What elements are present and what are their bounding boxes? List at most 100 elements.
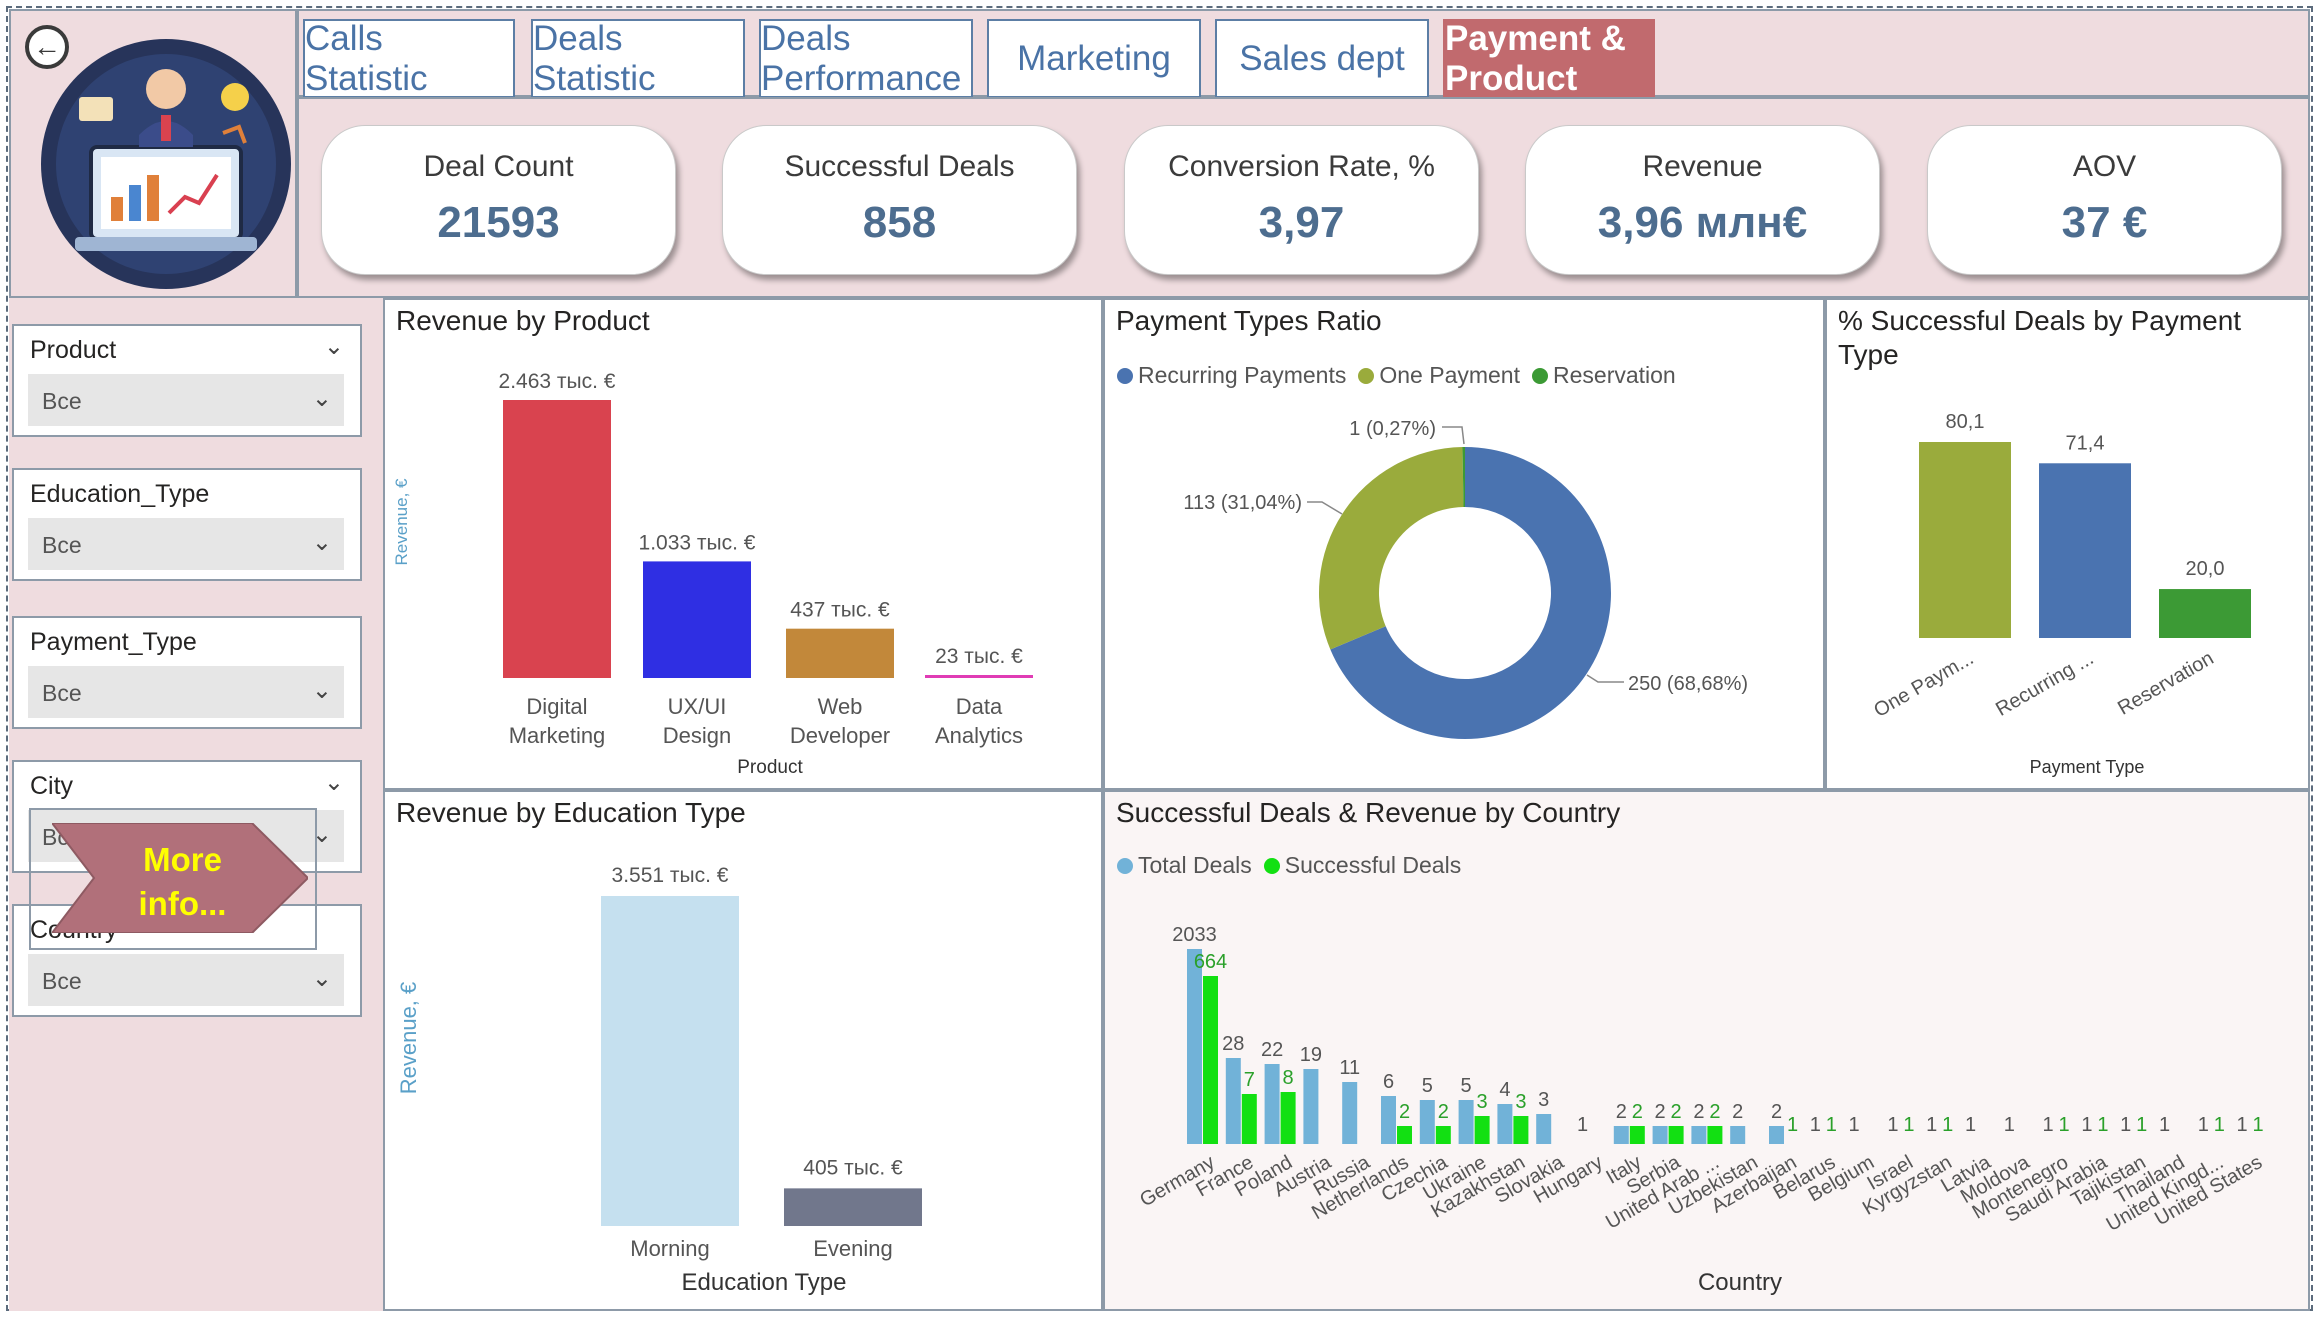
legend-item[interactable]: Recurring Payments: [1117, 362, 1346, 389]
slicer-title: Education_Type: [30, 480, 210, 508]
total-deals-label: 2: [1655, 1101, 1666, 1123]
dropdown-value: Все: [42, 680, 82, 706]
x-tick-label: Web: [818, 694, 863, 719]
legend-item[interactable]: Reservation: [1532, 362, 1676, 389]
revenue-by-product-chart: 2.463 тыс. € Digital Marketing 1.033 тыс. €…: [392, 370, 1033, 778]
product-dropdown[interactable]: Все ⌄: [28, 374, 344, 426]
slicer-payment-type: Payment_Type Все ⌄: [12, 616, 362, 729]
total-deals-bar: [1536, 1114, 1552, 1144]
chevron-down-icon[interactable]: ⌄: [324, 768, 344, 797]
product-bar: [786, 628, 894, 678]
successful-deals-bar: [1241, 1094, 1257, 1144]
x-tick-label: Evening: [813, 1236, 893, 1261]
chevron-down-icon: ⌄: [311, 677, 332, 704]
total-deals-label: 22: [1261, 1039, 1283, 1061]
successful-by-payment-chart: 80,1 One Paym... 71,4 Recurring ... 20,0 Rese…: [1870, 411, 2251, 777]
total-deals-bar: [1381, 1096, 1396, 1144]
total-deals-label: 28: [1222, 1033, 1244, 1055]
successful-deals-label: 2: [1671, 1101, 1682, 1123]
total-deals-label: 6: [1383, 1071, 1394, 1093]
total-deals-bar: [1613, 1126, 1629, 1144]
tab-deals-statistic[interactable]: Deals Statistic: [531, 19, 745, 99]
kpi-card-deal-count: Deal Count 21593: [321, 125, 676, 275]
country-dropdown[interactable]: Все ⌄: [28, 954, 344, 1006]
kpi-value: 21593: [437, 198, 560, 247]
total-deals-bar: [1458, 1100, 1474, 1144]
slicer-education-type: Education_Type Все ⌄: [12, 468, 362, 581]
total-deals-label: 2033: [1172, 924, 1217, 946]
x-tick-label: Analytics: [935, 723, 1023, 748]
successful-deals-label: 1: [1826, 1114, 1837, 1136]
bar-value-label: 437 тыс. €: [790, 599, 890, 622]
filters-panel: Product ⌄ Все ⌄ Education_Type Все ⌄ Payme…: [9, 298, 383, 1311]
total-deals-label: 5: [1422, 1075, 1433, 1097]
dropdown-value: Все: [42, 968, 82, 994]
successful-deals-label: 1: [2136, 1114, 2147, 1136]
chevron-down-icon[interactable]: ⌄: [324, 332, 344, 361]
total-deals-bar: [1497, 1104, 1513, 1144]
total-deals-label: 1: [2159, 1114, 2170, 1136]
payment-bar: [2159, 589, 2251, 638]
total-deals-label: 5: [1461, 1075, 1472, 1097]
education-type-dropdown[interactable]: Все ⌄: [28, 518, 344, 570]
total-deals-bar: [1303, 1069, 1319, 1144]
tab-marketing[interactable]: Marketing: [987, 19, 1201, 99]
kpi-label: AOV: [2072, 150, 2137, 183]
total-deals-bar: [1225, 1058, 1241, 1144]
legend-dot: [1117, 857, 1133, 874]
total-deals-bar: [1342, 1082, 1358, 1144]
successful-deals-label: 3: [1515, 1091, 1526, 1113]
total-deals-label: 1: [1926, 1114, 1937, 1136]
leader-line: [1586, 674, 1624, 683]
legend-dot: [1263, 857, 1280, 874]
legend-dot: [1117, 367, 1133, 384]
tab-payment-product[interactable]: Payment & Product: [1443, 19, 1655, 99]
successful-deals-bar: [1707, 1126, 1723, 1144]
tab-sales-dept[interactable]: Sales dept: [1215, 19, 1429, 99]
bar-value-label: 23 тыс. €: [935, 645, 1023, 668]
chevron-down-icon: ⌄: [311, 385, 332, 412]
successful-deals-bar: [1203, 976, 1218, 1144]
slice-label: 113 (31,04%): [1183, 492, 1302, 514]
x-tick-label: Developer: [790, 723, 890, 748]
dropdown-value: Все: [42, 388, 82, 414]
chart-legend: Recurring Payments One Payment Reservati…: [1117, 362, 1688, 389]
tab-calls-statistic[interactable]: Calls Statistic: [303, 19, 515, 99]
successful-deals-label: 8: [1283, 1067, 1294, 1089]
x-tick-label: Morning: [630, 1236, 709, 1261]
payment-type-dropdown[interactable]: Все ⌄: [28, 666, 344, 718]
legend-item[interactable]: Successful Deals: [1263, 852, 1461, 879]
product-bar: [503, 400, 611, 678]
y-axis-title: Revenue, €: [396, 982, 421, 1095]
successful-deals-label: 1: [1787, 1114, 1798, 1136]
legend-item[interactable]: Total Deals: [1117, 852, 1252, 879]
successful-by-payment-card: % Successful Deals by Payment Type 80,1 O…: [1825, 298, 2310, 790]
successful-deals-bar: [1397, 1126, 1412, 1144]
tab-deals-performance[interactable]: Deals Performance: [759, 19, 973, 99]
total-deals-bar: [1187, 949, 1202, 1144]
x-tick-label: Recurring ...: [1992, 647, 2097, 721]
total-deals-label: 1: [2043, 1114, 2054, 1136]
chart-title: Revenue by Education Type: [396, 797, 746, 828]
kpi-label: Revenue: [1642, 150, 1763, 183]
successful-deals-bar: [1629, 1126, 1645, 1144]
legend-item[interactable]: One Payment: [1358, 362, 1520, 389]
kpi-band: Deal Count 21593 Successful Deals 858 Co…: [297, 97, 2310, 298]
x-tick-label: Digital: [526, 694, 587, 719]
successful-deals-bar: [1435, 1126, 1451, 1144]
y-axis-title: Revenue, €: [392, 478, 411, 565]
revenue-by-education-chart: 3.551 тыс. € Morning 405 тыс. € Evening Educ…: [396, 864, 922, 1296]
total-deals-label: 1: [2237, 1114, 2248, 1136]
payment-types-ratio-card: Payment Types Ratio Recurring Payments O…: [1103, 298, 1825, 790]
successful-deals-label: 2: [1399, 1101, 1410, 1123]
kpi-label: Deal Count: [423, 150, 574, 183]
product-bar: [925, 675, 1033, 678]
total-deals-label: 1: [1810, 1114, 1821, 1136]
successful-deals-bar: [1474, 1116, 1490, 1144]
slicer-title: Product: [30, 336, 117, 364]
successful-deals-bar: [1513, 1116, 1529, 1144]
total-deals-bar: [1652, 1126, 1668, 1144]
total-deals-bar: [1769, 1126, 1784, 1144]
x-tick-label: Marketing: [509, 723, 606, 748]
dropdown-value: Все: [42, 532, 82, 558]
